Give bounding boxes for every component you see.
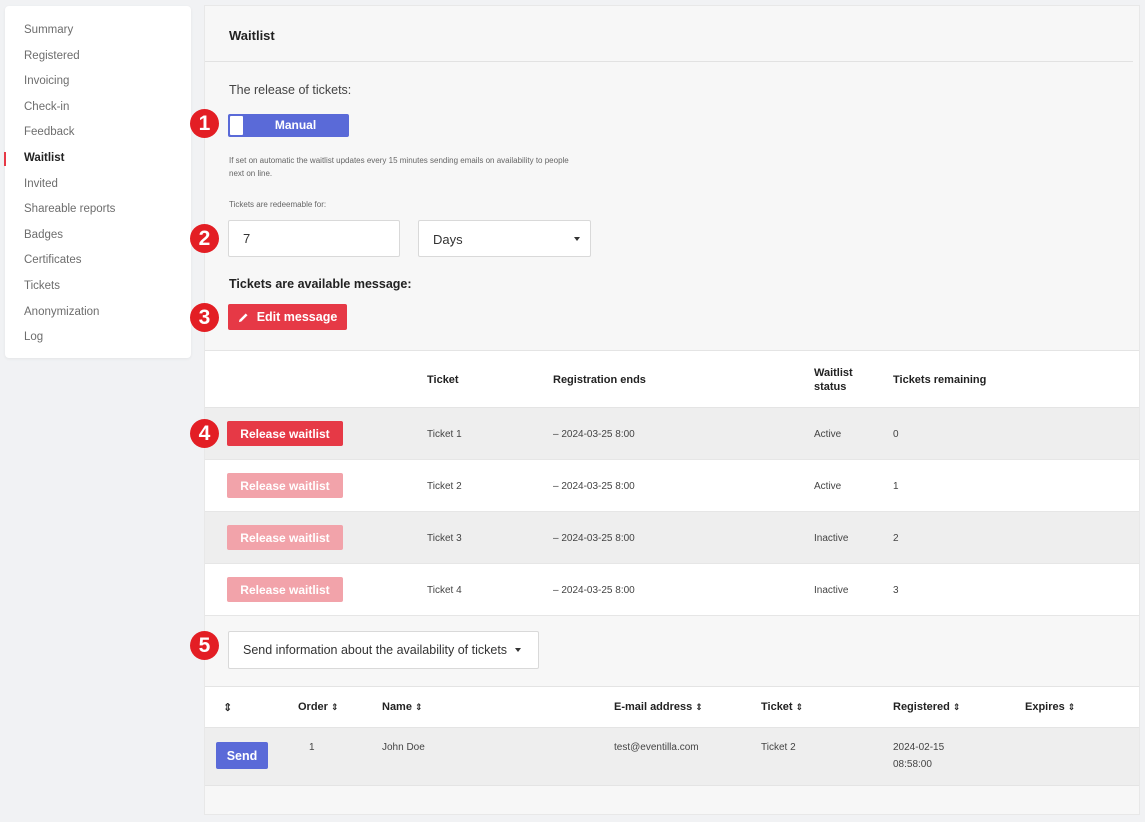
edit-message-label: Edit message <box>256 310 338 324</box>
col-registered-label: Registered <box>893 701 950 713</box>
sidebar-item-summary[interactable]: Summary <box>5 18 191 44</box>
person-name: John Doe <box>382 742 425 753</box>
callout-marker-5: 5 <box>190 631 219 660</box>
sidebar-item-check-in[interactable]: Check-in <box>5 95 191 121</box>
col-tickets-remaining: Tickets remaining <box>893 374 987 386</box>
table-row: Release waitlist Ticket 4 – 2024-03-25 8… <box>205 564 1139 616</box>
waitlist-status: Inactive <box>814 585 849 596</box>
send-availability-label: Send information about the availability … <box>243 643 508 657</box>
table-row: Release waitlist Ticket 2 – 2024-03-25 8… <box>205 460 1139 512</box>
col-registered[interactable]: Registered ⇕ <box>893 701 960 713</box>
redeem-unit-select[interactable]: Days <box>418 220 591 257</box>
tickets-remaining: 1 <box>893 481 899 492</box>
tickets-remaining: 3 <box>893 585 899 596</box>
col-order-label: Order <box>298 701 328 713</box>
sort-icon: ⇕ <box>795 702 804 712</box>
sort-icon: ⇕ <box>414 702 423 712</box>
sidebar-item-feedback[interactable]: Feedback <box>5 120 191 146</box>
sort-icon: ⇕ <box>1067 702 1076 712</box>
registered-date: 2024-02-15 <box>893 742 945 753</box>
ticket-name: Ticket 1 <box>427 429 462 440</box>
sidebar-item-anonymization[interactable]: Anonymization <box>5 300 191 326</box>
sidebar-item-registered[interactable]: Registered <box>5 44 191 70</box>
col-ticket[interactable]: Ticket ⇕ <box>761 701 803 713</box>
toggle-label: Manual <box>274 118 317 132</box>
release-waitlist-button[interactable]: Release waitlist <box>227 473 343 498</box>
release-label: The release of tickets: <box>229 83 352 97</box>
ticket-name: Ticket 4 <box>427 585 462 596</box>
send-availability-dropdown[interactable]: Send information about the availability … <box>228 631 539 669</box>
person-ticket: Ticket 2 <box>761 742 796 753</box>
panel-header: Waitlist <box>205 6 1133 62</box>
sidebar-item-invited[interactable]: Invited <box>5 172 191 198</box>
sidebar-nav: Summary Registered Invoicing Check-in Fe… <box>4 6 191 358</box>
col-order[interactable]: Order ⇕ <box>298 701 339 713</box>
sidebar-item-log[interactable]: Log <box>5 325 191 351</box>
caret-down-icon <box>515 648 522 652</box>
sidebar-item-waitlist[interactable]: Waitlist <box>4 146 191 172</box>
sidebar-item-badges[interactable]: Badges <box>5 223 191 249</box>
release-waitlist-button[interactable]: Release waitlist <box>227 421 343 446</box>
order-number: 1 <box>309 742 315 753</box>
redeem-unit-value: Days <box>433 232 463 247</box>
redeem-label: Tickets are redeemable for: <box>229 200 327 209</box>
col-expires[interactable]: Expires ⇕ <box>1025 701 1075 713</box>
col-registration-ends: Registration ends <box>553 374 646 386</box>
callout-marker-3: 3 <box>190 303 219 332</box>
table-row: Release waitlist Ticket 3 – 2024-03-25 8… <box>205 512 1139 564</box>
waitlist-status: Active <box>814 481 842 492</box>
registration-ends: – 2024-03-25 8:00 <box>553 533 635 544</box>
col-waitlist-status: Waitlist status <box>814 367 853 393</box>
sort-icon: ⇕ <box>330 702 339 712</box>
col-name-label: Name <box>382 701 412 713</box>
person-email: test@eventilla.com <box>614 742 699 753</box>
table-row: Send 1 John Doe test@eventilla.com Ticke… <box>205 728 1139 786</box>
waitlist-status: Active <box>814 429 842 440</box>
sort-icon[interactable]: ⇕ <box>223 701 232 714</box>
registration-ends: – 2024-03-25 8:00 <box>553 481 635 492</box>
registered-time: 08:58:00 <box>893 759 932 770</box>
registration-ends: – 2024-03-25 8:00 <box>553 585 635 596</box>
tickets-table-header: Ticket Registration ends Waitlist status… <box>205 350 1139 408</box>
sort-icon: ⇕ <box>952 702 961 712</box>
release-waitlist-button[interactable]: Release waitlist <box>227 577 343 602</box>
release-waitlist-button[interactable]: Release waitlist <box>227 525 343 550</box>
edit-message-button[interactable]: Edit message <box>228 304 347 330</box>
ticket-name: Ticket 3 <box>427 533 462 544</box>
pencil-icon <box>238 312 248 322</box>
tickets-remaining: 2 <box>893 533 899 544</box>
tickets-remaining: 0 <box>893 429 899 440</box>
waitlist-panel: Waitlist The release of tickets: Manual … <box>204 5 1140 815</box>
callout-marker-1: 1 <box>190 109 219 138</box>
col-email[interactable]: E-mail address ⇕ <box>614 701 703 713</box>
col-name[interactable]: Name ⇕ <box>382 701 423 713</box>
callout-marker-2: 2 <box>190 224 219 253</box>
send-button[interactable]: Send <box>216 742 268 769</box>
registration-ends: – 2024-03-25 8:00 <box>553 429 635 440</box>
col-email-label: E-mail address <box>614 701 693 713</box>
people-table-header: ⇕ Order ⇕ Name ⇕ E-mail address ⇕ Ticket ⇕ R… <box>205 686 1139 728</box>
table-row: Release waitlist Ticket 1 – 2024-03-25 8… <box>205 408 1139 460</box>
ticket-name: Ticket 2 <box>427 481 462 492</box>
col-ticket: Ticket <box>427 374 459 386</box>
toggle-knob <box>230 116 243 135</box>
col-expires-label: Expires <box>1025 701 1065 713</box>
redeem-duration-input[interactable] <box>228 220 400 257</box>
caret-down-icon <box>574 237 580 241</box>
available-message-label: Tickets are available message: <box>229 277 412 291</box>
release-mode-toggle[interactable]: Manual <box>228 114 349 137</box>
callout-marker-4: 4 <box>190 419 219 448</box>
waitlist-status: Inactive <box>814 533 849 544</box>
waitlist-people-table: ⇕ Order ⇕ Name ⇕ E-mail address ⇕ Ticket ⇕ R… <box>205 686 1139 786</box>
tickets-table: Ticket Registration ends Waitlist status… <box>205 350 1139 616</box>
page-title: Waitlist <box>229 28 275 43</box>
sidebar-item-certificates[interactable]: Certificates <box>5 248 191 274</box>
sidebar-item-tickets[interactable]: Tickets <box>5 274 191 300</box>
sidebar-item-invoicing[interactable]: Invoicing <box>5 69 191 95</box>
release-hint: If set on automatic the waitlist updates… <box>229 156 569 178</box>
col-ticket-label: Ticket <box>761 701 793 713</box>
sort-icon: ⇕ <box>695 702 703 712</box>
sidebar-item-shareable-reports[interactable]: Shareable reports <box>5 197 191 223</box>
